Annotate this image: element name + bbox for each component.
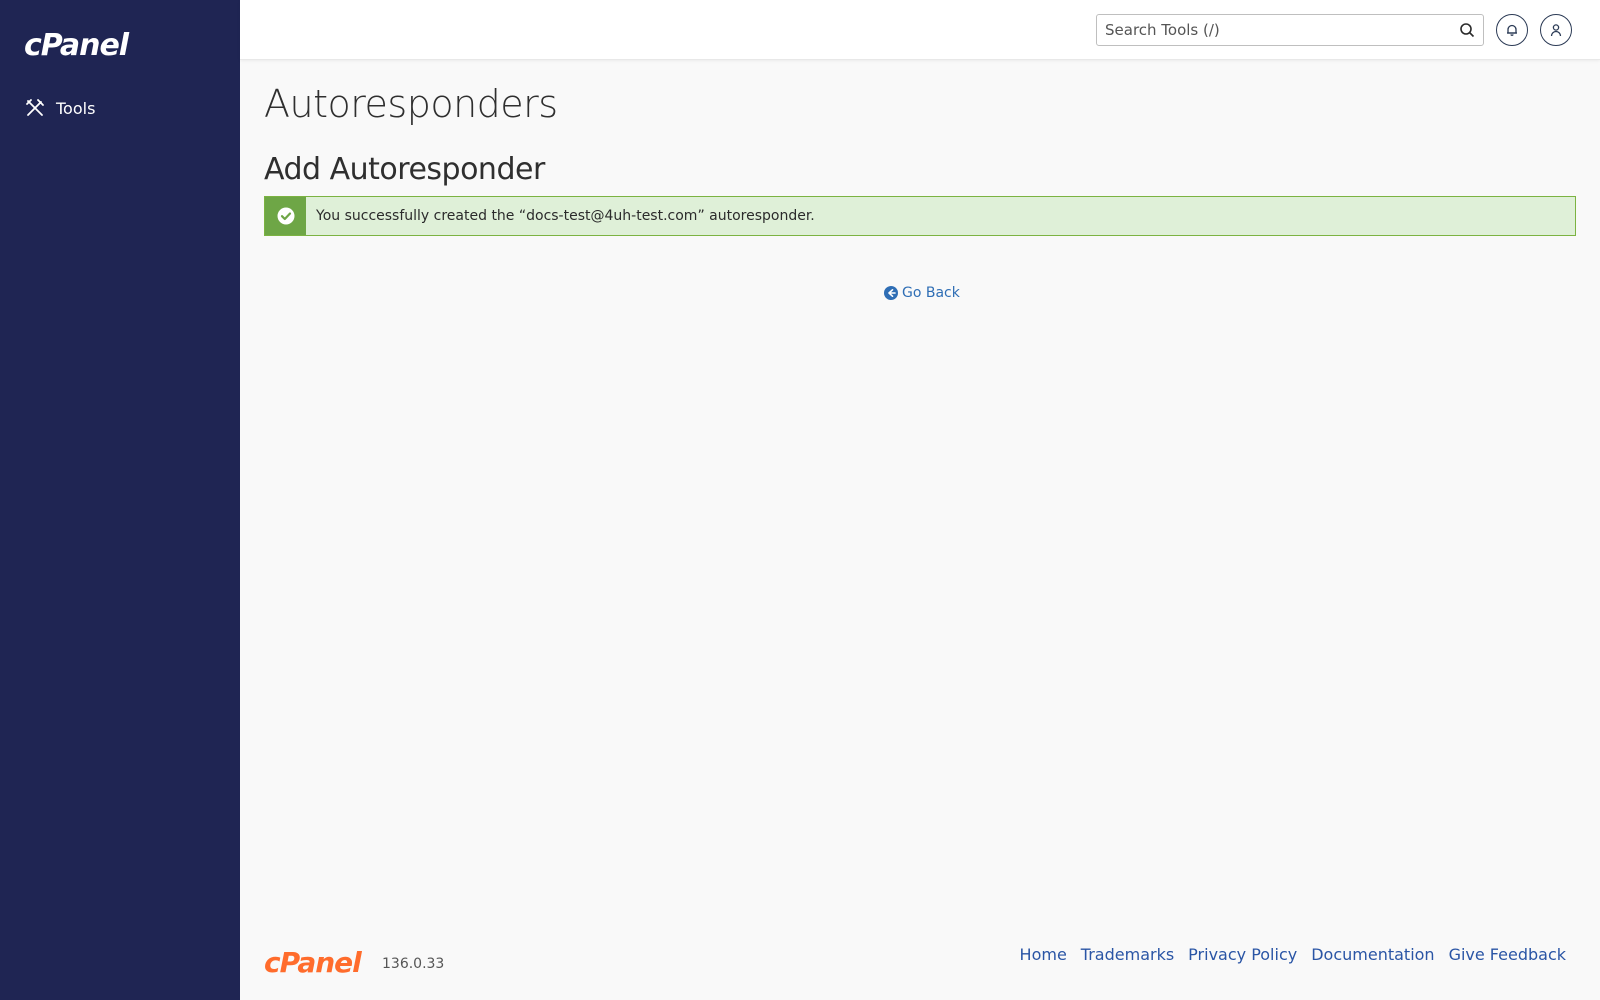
sidebar: cPanel Tools: [0, 0, 240, 1000]
notifications-button[interactable]: [1496, 14, 1528, 46]
search-icon[interactable]: [1459, 22, 1475, 38]
search-input[interactable]: [1097, 15, 1447, 45]
success-alert: You successfully created the “docs-test@…: [264, 196, 1576, 236]
footer-link-documentation[interactable]: Documentation: [1311, 945, 1434, 964]
top-bar: [240, 0, 1600, 60]
sidebar-item-label: Tools: [56, 98, 96, 118]
user-menu-button[interactable]: [1540, 14, 1572, 46]
page-title: Autoresponders: [264, 82, 558, 126]
alert-message: You successfully created the “docs-test@…: [316, 208, 815, 224]
user-icon: [1549, 23, 1563, 37]
alert-icon-box: [265, 197, 306, 235]
footer-cpanel-logo[interactable]: cPanel: [264, 946, 362, 979]
cpanel-logo[interactable]: cPanel: [24, 28, 129, 63]
version-label: 136.0.33: [382, 956, 445, 972]
footer-link-give-feedback[interactable]: Give Feedback: [1449, 945, 1566, 964]
footer-links: Home Trademarks Privacy Policy Documenta…: [1020, 945, 1566, 964]
go-back-label: Go Back: [902, 285, 960, 301]
footer-link-home[interactable]: Home: [1020, 945, 1067, 964]
arrow-left-circle-icon: [884, 286, 898, 300]
footer-link-trademarks[interactable]: Trademarks: [1081, 945, 1174, 964]
section-title: Add Autoresponder: [264, 152, 545, 187]
sidebar-item-tools[interactable]: Tools: [24, 94, 224, 122]
search-box: [1096, 14, 1484, 46]
check-circle-icon: [277, 207, 295, 225]
tools-icon: [24, 97, 46, 119]
go-back-link[interactable]: Go Back: [884, 285, 960, 301]
footer-link-privacy-policy[interactable]: Privacy Policy: [1188, 945, 1297, 964]
bell-icon: [1505, 23, 1519, 37]
